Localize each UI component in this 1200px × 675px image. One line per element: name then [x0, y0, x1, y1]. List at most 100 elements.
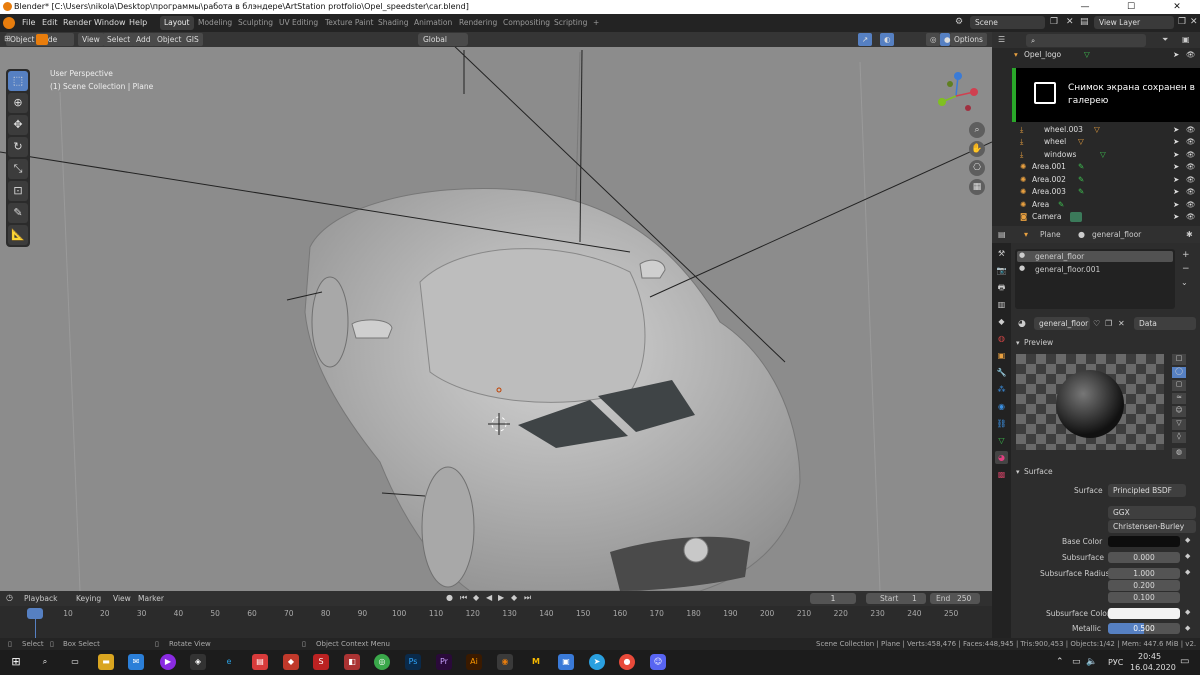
constraints-tab-icon[interactable]: ⛓ — [995, 417, 1008, 430]
rotate-tool-icon[interactable]: ↻ — [8, 137, 28, 157]
visibility-eye-icon[interactable]: 👁 — [1186, 49, 1196, 62]
keyframe-dot-icon[interactable]: ◆ — [1185, 568, 1190, 576]
tab-rendering[interactable]: Rendering — [455, 16, 501, 30]
preview-cube-icon[interactable]: ▢ — [1172, 380, 1186, 391]
preview-cloth-icon[interactable]: ▽ — [1172, 419, 1186, 430]
overlay-toggle-icon[interactable]: ◐ — [880, 33, 894, 46]
visibility-eye-icon[interactable]: 👁 — [1186, 136, 1196, 149]
remove-scene-icon[interactable]: ✕ — [1066, 17, 1074, 27]
select-arrow-icon[interactable]: ➤ — [1173, 211, 1179, 224]
preview-world-icon[interactable]: ◍ — [1172, 448, 1186, 459]
photoshop-icon[interactable]: Ps — [405, 654, 421, 670]
outliner-row[interactable]: ▾ Opel_logo ▽ ➤ 👁 — [992, 49, 1200, 62]
pin-icon[interactable]: ✱ — [1186, 230, 1193, 239]
minimize-button[interactable]: — — [1062, 0, 1108, 14]
axis-x-icon[interactable] — [970, 88, 978, 96]
add-workspace-button[interactable]: + — [589, 16, 603, 30]
mail-icon[interactable]: ✉ — [128, 654, 144, 670]
options-dropdown[interactable]: Options — [950, 33, 987, 46]
object-mode-selector[interactable]: Object Mode — [6, 33, 74, 46]
slot-menu-icon[interactable]: ⌄ — [1181, 278, 1188, 287]
visibility-eye-icon[interactable]: 👁 — [1186, 186, 1196, 199]
surface-shader-dropdown[interactable]: Principled BSDF — [1108, 484, 1186, 497]
visibility-eye-icon[interactable]: 👁 — [1186, 174, 1196, 187]
subsurface-radius-z[interactable]: 0.100 — [1108, 592, 1180, 603]
view-layer-tab-icon[interactable]: ▥ — [995, 298, 1008, 311]
world-tab-icon[interactable]: ◍ — [995, 332, 1008, 345]
visibility-eye-icon[interactable]: 👁 — [1186, 161, 1196, 174]
keyframe-dot-icon[interactable]: ◆ — [1185, 536, 1190, 544]
notifications-icon[interactable]: ▭ — [1180, 656, 1189, 667]
task-view-icon[interactable]: ▭ — [67, 654, 83, 670]
outliner-editor-icon[interactable]: ☰ — [998, 35, 1005, 44]
volume-icon[interactable]: 🔈 — [1086, 657, 1097, 667]
surface-panel-title[interactable]: Surface — [1024, 467, 1053, 476]
tab-uv-editing[interactable]: UV Editing — [275, 16, 322, 30]
wireframe-shading-icon[interactable]: ◎ — [926, 33, 940, 46]
language-indicator[interactable]: РУС — [1108, 658, 1123, 667]
gizmo-toggle-icon[interactable]: ↗ — [858, 33, 872, 46]
illustrator-icon[interactable]: Ai — [466, 654, 482, 670]
outliner-row[interactable]: ✺ Area.002 ✎ ➤ 👁 — [992, 174, 1200, 187]
app-m-icon[interactable]: M — [528, 654, 544, 670]
properties-editor-icon[interactable]: ▤ — [998, 230, 1006, 239]
pan-hand-icon[interactable]: ✋ — [969, 141, 985, 157]
outliner-row[interactable]: ✺ Area.001 ✎ ➤ 👁 — [992, 161, 1200, 174]
windows-start-icon[interactable]: ⊞ — [8, 654, 24, 670]
menu-file[interactable]: File — [22, 14, 35, 32]
particles-tab-icon[interactable]: ⁂ — [995, 383, 1008, 396]
modifier-tab-icon[interactable]: 🔧 — [995, 366, 1008, 379]
select-arrow-icon[interactable]: ➤ — [1173, 136, 1179, 149]
menu-edit[interactable]: Edit — [42, 14, 58, 32]
material-tab-icon[interactable]: ◕ — [995, 451, 1008, 464]
subsurface-color-swatch[interactable] — [1108, 608, 1180, 619]
duplicate-material-icon[interactable]: ❐ — [1105, 319, 1112, 328]
select-arrow-icon[interactable]: ➤ — [1173, 186, 1179, 199]
tool-tab-icon[interactable]: ⚒ — [995, 247, 1008, 260]
network-icon[interactable]: ▭ — [1072, 657, 1081, 667]
cursor-tool-icon[interactable]: ⊕ — [8, 93, 28, 113]
scale-tool-icon[interactable]: ⤡ — [8, 159, 28, 179]
link-dropdown[interactable]: Data — [1134, 317, 1196, 330]
preview-sphere-icon[interactable]: ◯ — [1172, 367, 1186, 378]
tab-animation[interactable]: Animation — [410, 16, 456, 30]
outliner-row[interactable]: ⤓ wheel.003 ▽ ➤ 👁 — [992, 124, 1200, 137]
outliner-row[interactable]: ⤓ wheel ▽ ➤ 👁 — [992, 136, 1200, 149]
clock-time[interactable]: 20:45 — [1138, 652, 1161, 661]
select-arrow-icon[interactable]: ➤ — [1173, 161, 1179, 174]
maximize-button[interactable]: ☐ — [1108, 0, 1154, 14]
camera-view-icon[interactable]: ⎔ — [969, 160, 985, 176]
remove-slot-icon[interactable]: − — [1182, 264, 1190, 274]
preview-monkey-icon[interactable]: ☺ — [1172, 406, 1186, 417]
select-arrow-icon[interactable]: ➤ — [1173, 174, 1179, 187]
render-tab-icon[interactable]: 📷 — [995, 264, 1008, 277]
subsurface-method-dropdown[interactable]: Christensen-Burley — [1108, 520, 1196, 533]
visibility-eye-icon[interactable]: 👁 — [1186, 199, 1196, 212]
copy-scene-icon[interactable]: ❐ — [1050, 17, 1058, 27]
tab-compositing[interactable]: Compositing — [499, 16, 554, 30]
outliner-row[interactable]: ✺ Area ✎ ➤ 👁 — [992, 199, 1200, 212]
material-name-field[interactable]: general_floor — [1034, 317, 1090, 330]
axis-y-icon[interactable] — [938, 98, 946, 106]
solid-shading-icon[interactable]: ● — [940, 33, 951, 46]
viewport-menu-add[interactable]: Add — [132, 33, 155, 46]
preview-flat-icon[interactable]: □ — [1172, 354, 1186, 365]
transform-orientation[interactable]: Global — [418, 33, 468, 46]
viewport-menu-gis[interactable]: GIS — [182, 33, 203, 46]
pdf-icon[interactable]: ▤ — [252, 654, 268, 670]
viewport-menu-object[interactable]: Object — [153, 33, 186, 46]
app-blue-icon[interactable]: ▣ — [558, 654, 574, 670]
subsurface-radius-y[interactable]: 0.200 — [1108, 580, 1180, 591]
filter-icon[interactable]: ⏷ — [1162, 35, 1168, 45]
tab-modeling[interactable]: Modeling — [194, 16, 236, 30]
view-layer-selector[interactable]: View Layer — [1094, 16, 1174, 29]
playhead[interactable] — [27, 608, 43, 619]
output-tab-icon[interactable]: 🖶 — [995, 281, 1008, 294]
select-arrow-icon[interactable]: ➤ — [1173, 124, 1179, 137]
object-tab-icon[interactable]: ▣ — [995, 349, 1008, 362]
blender-taskbar-icon[interactable]: ◉ — [497, 654, 513, 670]
chrome-icon[interactable]: ● — [619, 654, 635, 670]
viewport-menu-view[interactable]: View — [78, 33, 104, 46]
blender-menu-icon[interactable] — [3, 17, 15, 29]
visibility-eye-icon[interactable]: 👁 — [1186, 211, 1196, 224]
